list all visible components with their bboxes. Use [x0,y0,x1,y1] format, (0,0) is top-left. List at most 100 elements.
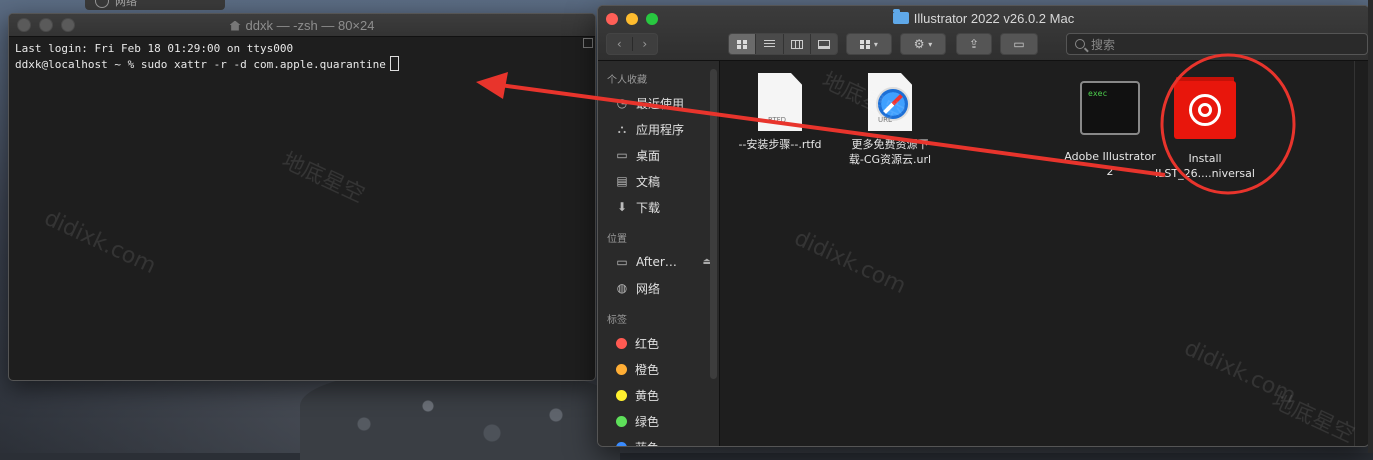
file-name: 更多免费资源下 [851,138,929,151]
rtfd-icon: RTFD [758,73,802,131]
sidebar-item-tag-orange[interactable]: 橙色 [598,356,719,382]
terminal-line: Last login: Fri Feb 18 01:29:00 on ttys0… [15,42,294,55]
gallery-view-button[interactable] [809,34,837,54]
file-name: Install [1188,152,1222,165]
group-by-button[interactable]: ▾ [846,33,892,55]
red-tag-dot [616,337,627,349]
scroll-box [583,38,593,48]
home-icon [229,20,241,31]
document-icon: ▤ [616,174,628,188]
gallery-icon [817,39,830,49]
sidebar-item-label: 最近使用 [636,96,685,111]
share-button[interactable]: ⇪ [956,33,992,55]
navigation-buttons: ‹ › [606,33,658,55]
exec-icon: exec [1080,81,1140,135]
sidebar-item-label: 黄色 [635,388,660,403]
search-placeholder: 搜索 [1091,37,1116,52]
sidebar-item-label: 橙色 [635,362,660,377]
sidebar-heading-locations: 位置 [607,234,627,245]
terminal-window[interactable]: ddxk — -zsh — 80×24 Last login: Fri Feb … [8,13,596,381]
sidebar-item-label: 下载 [636,200,661,215]
group-icon [860,39,871,49]
gear-icon: ⚙ [913,37,925,51]
sidebar-item-label: 应用程序 [636,122,685,137]
forward-button[interactable]: › [631,37,658,51]
folder-icon [892,9,909,24]
file-name-line2: 载-CG资源云.url [848,153,932,166]
chevron-down-icon: ▾ [928,39,933,49]
sidebar-item-label: 蓝色 [635,439,659,447]
search-icon [1075,39,1085,49]
sidebar-item-label: After… [636,255,677,269]
sidebar-item-disk[interactable]: ▭ After… ⏏ [598,249,719,275]
finder-sidebar: 个人收藏 ◷ 最近使用 ⛬ 应用程序 ▭ 桌面 ▤ 文稿 ⬇ 下载 位置 ▭ After… ⏏… [598,61,720,446]
clock-icon: ◷ [616,96,628,110]
list-view-button[interactable] [755,34,782,54]
green-tag-dot [616,415,627,427]
download-icon: ⬇ [616,200,628,214]
sidebar-heading-tags: 标签 [607,315,627,326]
sidebar-item-tag-red[interactable]: 红色 [598,330,719,356]
tag-icon: ▭ [1013,37,1025,51]
tag-button[interactable]: ▭ [1000,33,1038,55]
list-icon [763,39,775,49]
sidebar-item-label: 文稿 [636,174,661,189]
terminal-content[interactable]: Last login: Fri Feb 18 01:29:00 on ttys0… [9,37,595,76]
grid-icon [737,39,748,49]
file-item-installer[interactable]: Install ILST_26....niversal [1145,81,1265,181]
sidebar-item-tag-yellow[interactable]: 黄色 [598,382,719,408]
rtfd-icon-label: RTFD [768,116,787,124]
creative-cloud-icon [1174,81,1236,139]
background-window-tab-label: 网络 [115,0,137,8]
yellow-tag-dot [616,389,627,401]
background-window-tab[interactable]: 网络 [85,0,225,10]
terminal-command-text: ddxk@localhost ~ % sudo xattr -r -d com.… [15,58,386,71]
sidebar-item-label: 网络 [636,281,661,296]
text-cursor [389,56,399,71]
icon-view-button[interactable] [729,34,756,54]
sidebar-item-tag-blue[interactable]: 蓝色 [598,434,719,447]
terminal-line: ddxk@localhost ~ % sudo xattr -r -d com.… [15,56,589,72]
sidebar-item-documents[interactable]: ▤ 文稿 [598,168,719,194]
exec-icon-label: exec [1088,89,1108,98]
globe-icon [95,0,109,8]
file-name-line2: ILST_26....niversal [1155,167,1255,180]
search-field[interactable]: 搜索 [1066,33,1368,55]
sidebar-scrollbar[interactable] [710,69,717,379]
blue-tag-dot [616,441,627,446]
sidebar-item-downloads[interactable]: ⬇ 下载 [598,194,719,220]
sidebar-item-tag-green[interactable]: 绿色 [598,408,719,434]
back-button[interactable]: ‹ [607,37,632,51]
action-menu-button[interactable]: ⚙ ▾ [900,33,946,55]
orange-tag-dot [616,363,627,375]
column-view-button[interactable] [782,34,810,54]
sidebar-item-label: 红色 [635,336,660,351]
sidebar-item-applications[interactable]: ⛬ 应用程序 [598,116,719,142]
sidebar-item-recents[interactable]: ◷ 最近使用 [598,90,719,116]
chevron-down-icon: ▾ [873,39,878,49]
creative-cloud-logo [1189,94,1221,126]
file-name: --安装步骤--.rtfd [738,138,822,151]
screen-edge-strip [1368,0,1373,453]
share-icon: ⇪ [968,37,980,51]
terminal-title-text: ddxk — -zsh — 80×24 [245,17,375,33]
view-mode-control [728,33,838,55]
columns-icon [790,39,803,49]
desktop-icon: ▭ [616,148,628,162]
finder-titlebar[interactable]: Illustrator 2022 v26.0.2 Mac ‹ › ▾ ⚙ ▾ ⇪… [598,6,1369,61]
sidebar-heading-favorites: 个人收藏 [607,75,647,86]
terminal-scrollbar[interactable] [583,38,593,378]
content-scrollbar[interactable] [1354,61,1367,446]
desktop-wallpaper-rocks [300,370,620,460]
sidebar-item-desktop[interactable]: ▭ 桌面 [598,142,719,168]
disk-icon: ▭ [616,255,628,269]
globe-icon: ◍ [616,281,628,295]
window-title-text: Illustrator 2022 v26.0.2 Mac [913,11,1075,26]
sidebar-item-label: 绿色 [635,414,660,429]
terminal-titlebar[interactable]: ddxk — -zsh — 80×24 [9,14,595,37]
window-title: Illustrator 2022 v26.0.2 Mac [598,9,1369,26]
applications-icon: ⛬ [617,121,627,136]
terminal-title: ddxk — -zsh — 80×24 [9,18,595,33]
sidebar-item-label: 桌面 [636,148,661,163]
sidebar-item-network[interactable]: ◍ 网络 [598,275,719,301]
